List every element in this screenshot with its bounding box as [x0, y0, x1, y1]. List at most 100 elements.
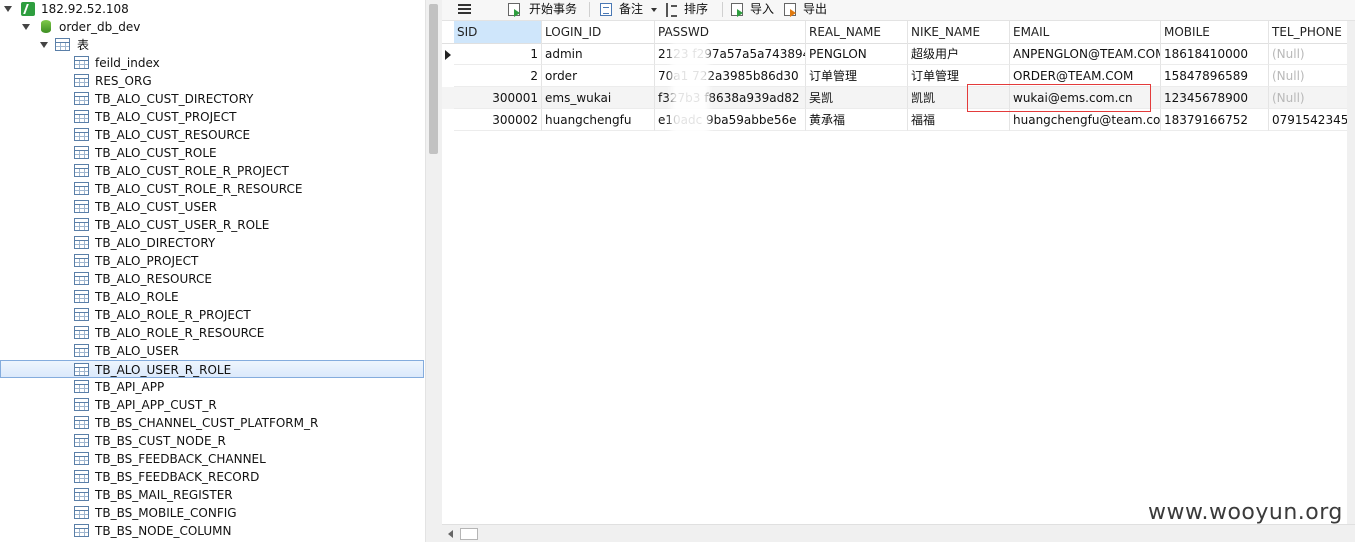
table-icon [74, 524, 89, 537]
tree-item-label: TB_API_APP [95, 380, 165, 394]
chevron-down-icon[interactable] [651, 8, 657, 12]
table-icon [74, 326, 89, 339]
grid-vertical-scrollbar[interactable] [1347, 21, 1355, 525]
cell-mobile[interactable]: 12345678900 [1161, 87, 1269, 109]
data-grid[interactable]: SID LOGIN_ID PASSWD REAL_NAME NIKE_NAME EMAIL… [442, 21, 1355, 542]
table-icon [74, 92, 89, 105]
tree-item-label: TB_BS_CHANNEL_CUST_PLATFORM_R [95, 416, 319, 430]
cell-real-name[interactable]: 黄承福 [806, 109, 908, 131]
tree-item-label: TB_ALO_CUST_DIRECTORY [95, 92, 254, 106]
cell-real-name[interactable]: 吴凯 [806, 87, 908, 109]
menu-icon[interactable] [458, 4, 471, 14]
cell-real-name[interactable]: PENGLON [806, 43, 908, 65]
column-header-tel-phone[interactable]: TEL_PHONE [1269, 21, 1355, 43]
cell-real-name[interactable]: 订单管理 [806, 65, 908, 87]
expand-arrow-icon[interactable] [4, 6, 12, 12]
tree-item-table[interactable]: TB_BS_FEEDBACK_RECORD [0, 468, 424, 486]
table-row[interactable]: 300001 ems_wukai f327b3 f8638a939ad82 吴凯 凯凯 w… [442, 87, 1355, 109]
tree-node-database[interactable]: order_db_dev [0, 18, 424, 36]
tree-item-table[interactable]: TB_BS_MAIL_REGISTER [0, 486, 424, 504]
column-header-real-name[interactable]: REAL_NAME [806, 21, 908, 43]
table-icon [74, 488, 89, 501]
tree-item-table[interactable]: TB_ALO_ROLE_R_RESOURCE [0, 324, 424, 342]
tree-item-table[interactable]: TB_BS_NODE_COLUMN [0, 522, 424, 540]
tree-item-table[interactable]: TB_ALO_CUST_RESOURCE [0, 126, 424, 144]
cell-tel-phone[interactable]: 079154234567 [1269, 109, 1355, 131]
column-header-login-id[interactable]: LOGIN_ID [542, 21, 655, 43]
tree-item-table[interactable]: TB_BS_CUST_NODE_R [0, 432, 424, 450]
cell-sid[interactable]: 300002 [454, 109, 542, 131]
table-row[interactable]: 1 admin 2123 f297a57a5a743894a PENGLON 超级用户 A… [442, 43, 1355, 65]
table-row[interactable]: 300002 huangchengfu e10adc 9ba59abbe56e 黄承福… [442, 109, 1355, 131]
tree-item-table[interactable]: TB_ALO_RESOURCE [0, 270, 424, 288]
cell-login-id[interactable]: ems_wukai [542, 87, 655, 109]
tree-item-table[interactable]: TB_ALO_CUST_ROLE_R_RESOURCE [0, 180, 424, 198]
tree-item-table[interactable]: TB_API_APP [0, 378, 424, 396]
table-icon [74, 506, 89, 519]
column-header-passwd[interactable]: PASSWD [655, 21, 806, 43]
scroll-left-icon[interactable] [448, 530, 453, 538]
cell-mobile[interactable]: 18618410000 [1161, 43, 1269, 65]
tree-item-table[interactable]: TB_BS_CHANNEL_CUST_PLATFORM_R [0, 414, 424, 432]
cell-login-id[interactable]: order [542, 65, 655, 87]
tree-item-table[interactable]: TB_ALO_CUST_USER [0, 198, 424, 216]
cell-nike-name[interactable]: 超级用户 [908, 43, 1010, 65]
tree-item-table[interactable]: TB_ALO_USER_R_ROLE [0, 360, 424, 378]
table-icon [74, 164, 89, 177]
cell-nike-name[interactable]: 福福 [908, 109, 1010, 131]
cell-tel-phone[interactable]: (Null) [1269, 87, 1355, 109]
tree-item-table[interactable]: TB_ALO_CUST_PROJECT [0, 108, 424, 126]
tree-item-table[interactable]: TB_ALO_ROLE [0, 288, 424, 306]
tree-scrollbar-thumb[interactable] [429, 4, 438, 154]
column-header-mobile[interactable]: MOBILE [1161, 21, 1269, 43]
tree-node-tables-folder[interactable]: 表 [0, 36, 424, 54]
tree-item-table[interactable]: TB_ALO_ROLE_R_PROJECT [0, 306, 424, 324]
table-icon [74, 200, 89, 213]
tree-item-table[interactable]: TB_ALO_CUST_USER_R_ROLE [0, 216, 424, 234]
expand-arrow-icon[interactable] [22, 24, 30, 30]
tree-item-label: feild_index [95, 56, 160, 70]
object-tree[interactable]: 182.92.52.108 order_db_dev 表 feild_index RES… [0, 0, 425, 542]
table-icon [74, 254, 89, 267]
tree-item-table[interactable]: RES_ORG [0, 72, 424, 90]
table-icon [74, 110, 89, 123]
tree-node-label: 表 [77, 38, 90, 52]
table-icon [74, 290, 89, 303]
column-header-sid[interactable]: SID [454, 21, 542, 43]
cell-sid[interactable]: 2 [454, 65, 542, 87]
cell-sid[interactable]: 300001 [454, 87, 542, 109]
tree-item-label: TB_ALO_ROLE [95, 290, 179, 304]
cell-tel-phone[interactable]: (Null) [1269, 65, 1355, 87]
tree-item-table[interactable]: TB_API_APP_CUST_R [0, 396, 424, 414]
tree-item-table[interactable]: TB_BS_MOBILE_CONFIG [0, 504, 424, 522]
cell-mobile[interactable]: 18379166752 [1161, 109, 1269, 131]
tree-item-table[interactable]: TB_ALO_USER [0, 342, 424, 360]
column-header-email[interactable]: EMAIL [1010, 21, 1161, 43]
tree-item-table[interactable]: TB_ALO_CUST_DIRECTORY [0, 90, 424, 108]
table-icon [74, 470, 89, 483]
memo-icon [600, 3, 612, 16]
tree-item-table[interactable]: TB_BS_FEEDBACK_CHANNEL [0, 450, 424, 468]
grid-horizontal-scrollbar[interactable] [442, 524, 1355, 542]
tree-item-label: TB_ALO_ROLE_R_RESOURCE [95, 326, 265, 340]
cell-login-id[interactable]: huangchengfu [542, 109, 655, 131]
cell-sid[interactable]: 1 [454, 43, 542, 65]
table-row[interactable]: 2 order 70a1 722a3985b86d30 订单管理 订单管理 ORDER@T… [442, 65, 1355, 87]
tree-item-table[interactable]: TB_ALO_PROJECT [0, 252, 424, 270]
tree-item-label: TB_ALO_CUST_USER_R_ROLE [95, 218, 270, 232]
cell-login-id[interactable]: admin [542, 43, 655, 65]
expand-arrow-icon[interactable] [40, 42, 48, 48]
table-icon [74, 398, 89, 411]
tree-item-table[interactable]: TB_ALO_DIRECTORY [0, 234, 424, 252]
tree-scrollbar[interactable] [425, 0, 442, 542]
cell-tel-phone[interactable]: (Null) [1269, 43, 1355, 65]
cell-mobile[interactable]: 15847896589 [1161, 65, 1269, 87]
tree-item-table[interactable]: feild_index [0, 54, 424, 72]
tree-node-server[interactable]: 182.92.52.108 [0, 0, 424, 18]
tree-item-table[interactable]: TB_ALO_CUST_ROLE_R_PROJECT [0, 162, 424, 180]
tree-item-table[interactable]: TB_ALO_CUST_ROLE [0, 144, 424, 162]
cell-email[interactable]: ANPENGLON@TEAM.COM [1010, 43, 1161, 65]
scrollbar-thumb[interactable] [460, 528, 478, 540]
column-header-nike-name[interactable]: NIKE_NAME [908, 21, 1010, 43]
cell-email[interactable]: huangchengfu@team.com [1010, 109, 1161, 131]
